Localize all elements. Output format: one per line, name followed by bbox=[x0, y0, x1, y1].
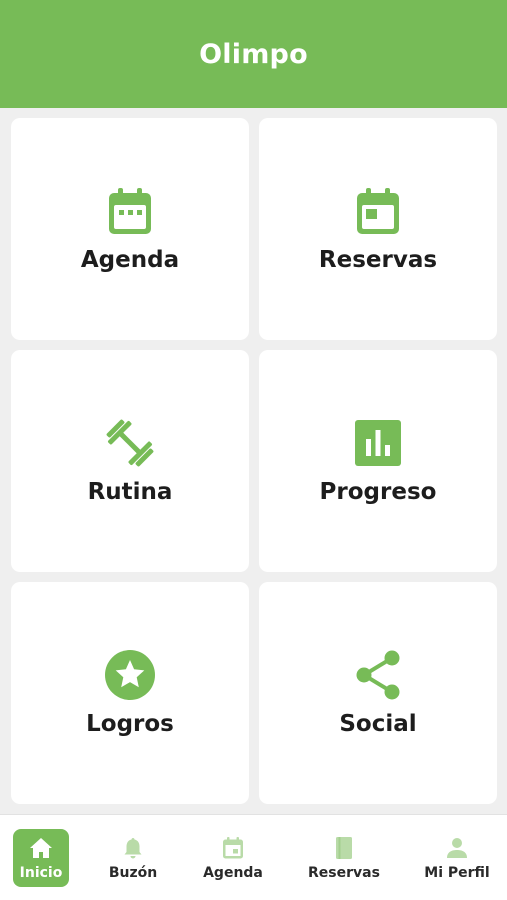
nav-label: Buzón bbox=[108, 864, 158, 881]
nav-label: Mi Perfil bbox=[424, 864, 490, 881]
nav-label: Reservas bbox=[308, 864, 380, 881]
app-screen: Olimpo Agenda Reservas Rutina Progreso L… bbox=[0, 0, 507, 900]
tile-social[interactable]: Social bbox=[259, 582, 497, 804]
dumbbell-icon bbox=[104, 417, 156, 469]
nav-item-reservas[interactable]: Reservas bbox=[305, 829, 383, 887]
tile-label: Social bbox=[339, 711, 417, 737]
tile-label: Progreso bbox=[319, 479, 437, 505]
user-icon bbox=[445, 836, 469, 860]
app-title: Olimpo bbox=[199, 38, 308, 70]
tile-logros[interactable]: Logros bbox=[11, 582, 249, 804]
bar-chart-icon bbox=[352, 417, 404, 469]
nav-item-inicio[interactable]: Inicio bbox=[13, 829, 69, 887]
bell-icon bbox=[121, 836, 145, 860]
tile-label: Logros bbox=[86, 711, 174, 737]
tile-label: Rutina bbox=[87, 479, 173, 505]
nav-item-buzon[interactable]: Buzón bbox=[100, 829, 166, 887]
app-header: Olimpo bbox=[0, 0, 507, 108]
calendar-icon bbox=[104, 185, 156, 237]
tile-label: Agenda bbox=[80, 247, 180, 273]
menu-grid: Agenda Reservas Rutina Progreso Logros S… bbox=[11, 118, 497, 804]
nav-item-agenda[interactable]: Agenda bbox=[199, 829, 267, 887]
calendar-icon bbox=[221, 836, 245, 860]
star-badge-icon bbox=[104, 649, 156, 701]
tile-reservas[interactable]: Reservas bbox=[259, 118, 497, 340]
tile-label: Reservas bbox=[318, 247, 438, 273]
calendar-event-icon bbox=[352, 185, 404, 237]
nav-label: Agenda bbox=[203, 864, 263, 881]
tile-progreso[interactable]: Progreso bbox=[259, 350, 497, 572]
tile-agenda[interactable]: Agenda bbox=[11, 118, 249, 340]
bottom-navigation: Inicio Buzón Agenda Reservas Mi Perfil bbox=[0, 814, 507, 900]
nav-item-mi-perfil[interactable]: Mi Perfil bbox=[420, 829, 494, 887]
book-icon bbox=[332, 836, 356, 860]
tile-rutina[interactable]: Rutina bbox=[11, 350, 249, 572]
nav-label: Inicio bbox=[19, 864, 63, 881]
share-icon bbox=[352, 649, 404, 701]
home-icon bbox=[29, 836, 53, 860]
